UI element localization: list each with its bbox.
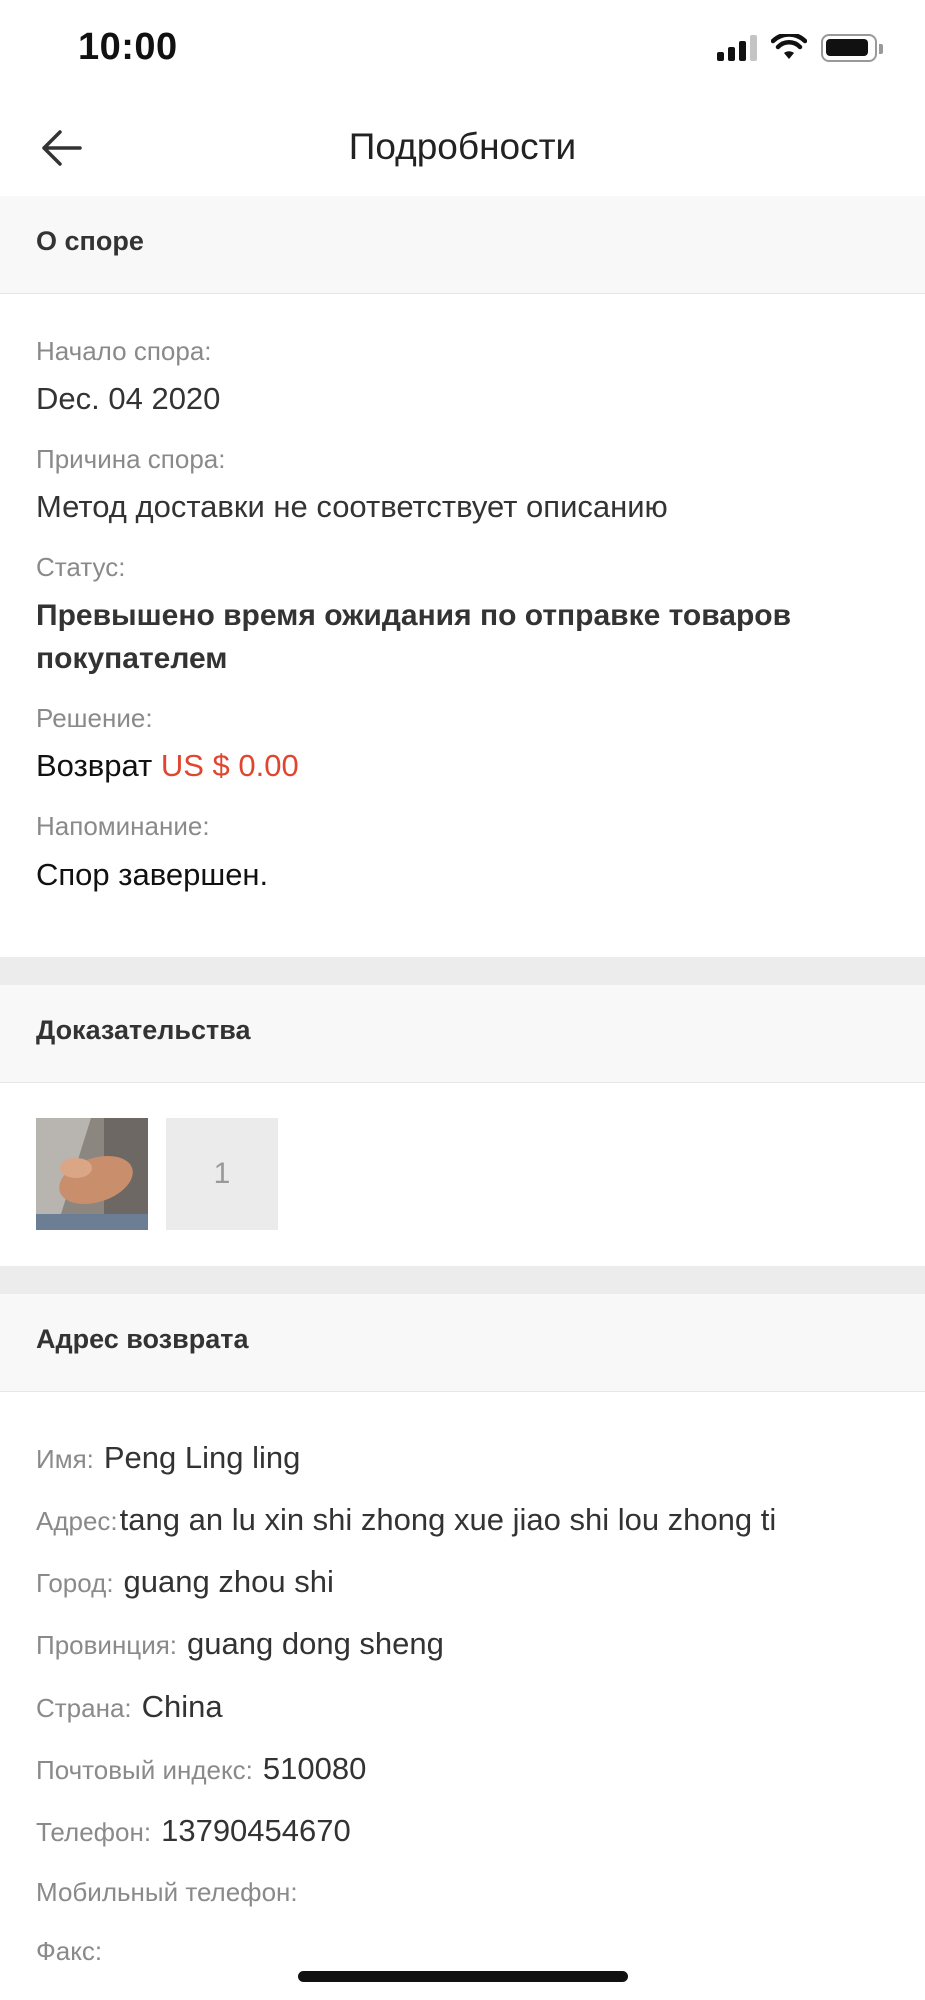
resolution-value: Возврат US $ 0.00 bbox=[36, 748, 299, 784]
mobile-row: Мобильный телефон: bbox=[36, 1877, 298, 1908]
evidence-photo-thumbnail[interactable] bbox=[36, 1118, 148, 1230]
return-address-section-header: Адрес возврата bbox=[0, 1294, 925, 1392]
nav-bar: Подробности bbox=[0, 100, 925, 196]
phone-row: Телефон: 13790454670 bbox=[36, 1813, 351, 1849]
dispute-start-label: Начало спора: bbox=[36, 336, 212, 366]
country-label: Страна: bbox=[36, 1693, 132, 1723]
status-icons bbox=[717, 34, 883, 62]
status-bar: 10:00 bbox=[0, 0, 925, 100]
name-value: Peng Ling ling bbox=[103, 1440, 301, 1475]
dispute-reason-label: Причина спора: bbox=[36, 444, 226, 474]
dispute-status-value: Превышено время ожидания по отправке тов… bbox=[36, 599, 792, 675]
home-indicator[interactable] bbox=[298, 1971, 628, 1982]
name-row: Имя: Peng Ling ling bbox=[36, 1440, 300, 1476]
more-evidence-count[interactable]: 1 bbox=[166, 1118, 278, 1230]
page-title: Подробности bbox=[348, 126, 577, 167]
phone-label: Телефон: bbox=[36, 1817, 152, 1847]
dispute-section-header: О споре bbox=[0, 196, 925, 294]
cellular-signal-icon bbox=[717, 35, 757, 61]
section-divider bbox=[0, 957, 925, 985]
city-label: Город: bbox=[36, 1568, 114, 1598]
reminder-value: Спор завершен. bbox=[36, 857, 269, 892]
name-label: Имя: bbox=[36, 1444, 94, 1474]
address-label: Адрес: bbox=[36, 1506, 118, 1536]
address-row: Адрес: tang an lu xin shi zhong xue jiao… bbox=[36, 1502, 776, 1538]
fax-label: Факс: bbox=[36, 1936, 103, 1966]
zip-value: 510080 bbox=[262, 1751, 367, 1786]
status-time: 10:00 bbox=[78, 26, 178, 68]
province-label: Провинция: bbox=[36, 1630, 178, 1660]
battery-icon bbox=[821, 34, 883, 62]
province-row: Провинция: guang dong sheng bbox=[36, 1626, 444, 1662]
dispute-start-value: Dec. 04 2020 bbox=[36, 381, 221, 416]
fax-row: Факс: bbox=[36, 1936, 102, 1967]
city-row: Город: guang zhou shi bbox=[36, 1564, 334, 1600]
evidence-photo-icon bbox=[36, 1118, 148, 1230]
zip-label: Почтовый индекс: bbox=[36, 1755, 253, 1785]
section-divider bbox=[0, 1266, 925, 1294]
province-value: guang dong sheng bbox=[187, 1626, 444, 1661]
dispute-reason-value: Метод доставки не соответствует описанию bbox=[36, 489, 668, 524]
country-row: Страна: China bbox=[36, 1689, 223, 1725]
country-value: China bbox=[141, 1689, 223, 1724]
reminder-label: Напоминание: bbox=[36, 811, 210, 841]
dispute-status-label: Статус: bbox=[36, 552, 126, 582]
evidence-section-header: Доказательства bbox=[0, 985, 925, 1083]
mobile-label: Мобильный телефон: bbox=[36, 1877, 298, 1907]
dispute-section-title: О споре bbox=[36, 226, 144, 256]
wifi-icon bbox=[771, 34, 807, 59]
address-value: tang an lu xin shi zhong xue jiao shi lo… bbox=[119, 1502, 777, 1537]
return-address-section-title: Адрес возврата bbox=[36, 1324, 249, 1354]
evidence-section-title: Доказательства bbox=[36, 1015, 251, 1045]
phone-value: 13790454670 bbox=[161, 1813, 351, 1848]
zip-row: Почтовый индекс: 510080 bbox=[36, 1751, 366, 1787]
city-value: guang zhou shi bbox=[123, 1564, 334, 1599]
resolution-prefix: Возврат bbox=[36, 748, 153, 783]
resolution-label: Решение: bbox=[36, 703, 153, 733]
refund-amount: US $ 0.00 bbox=[160, 748, 299, 783]
